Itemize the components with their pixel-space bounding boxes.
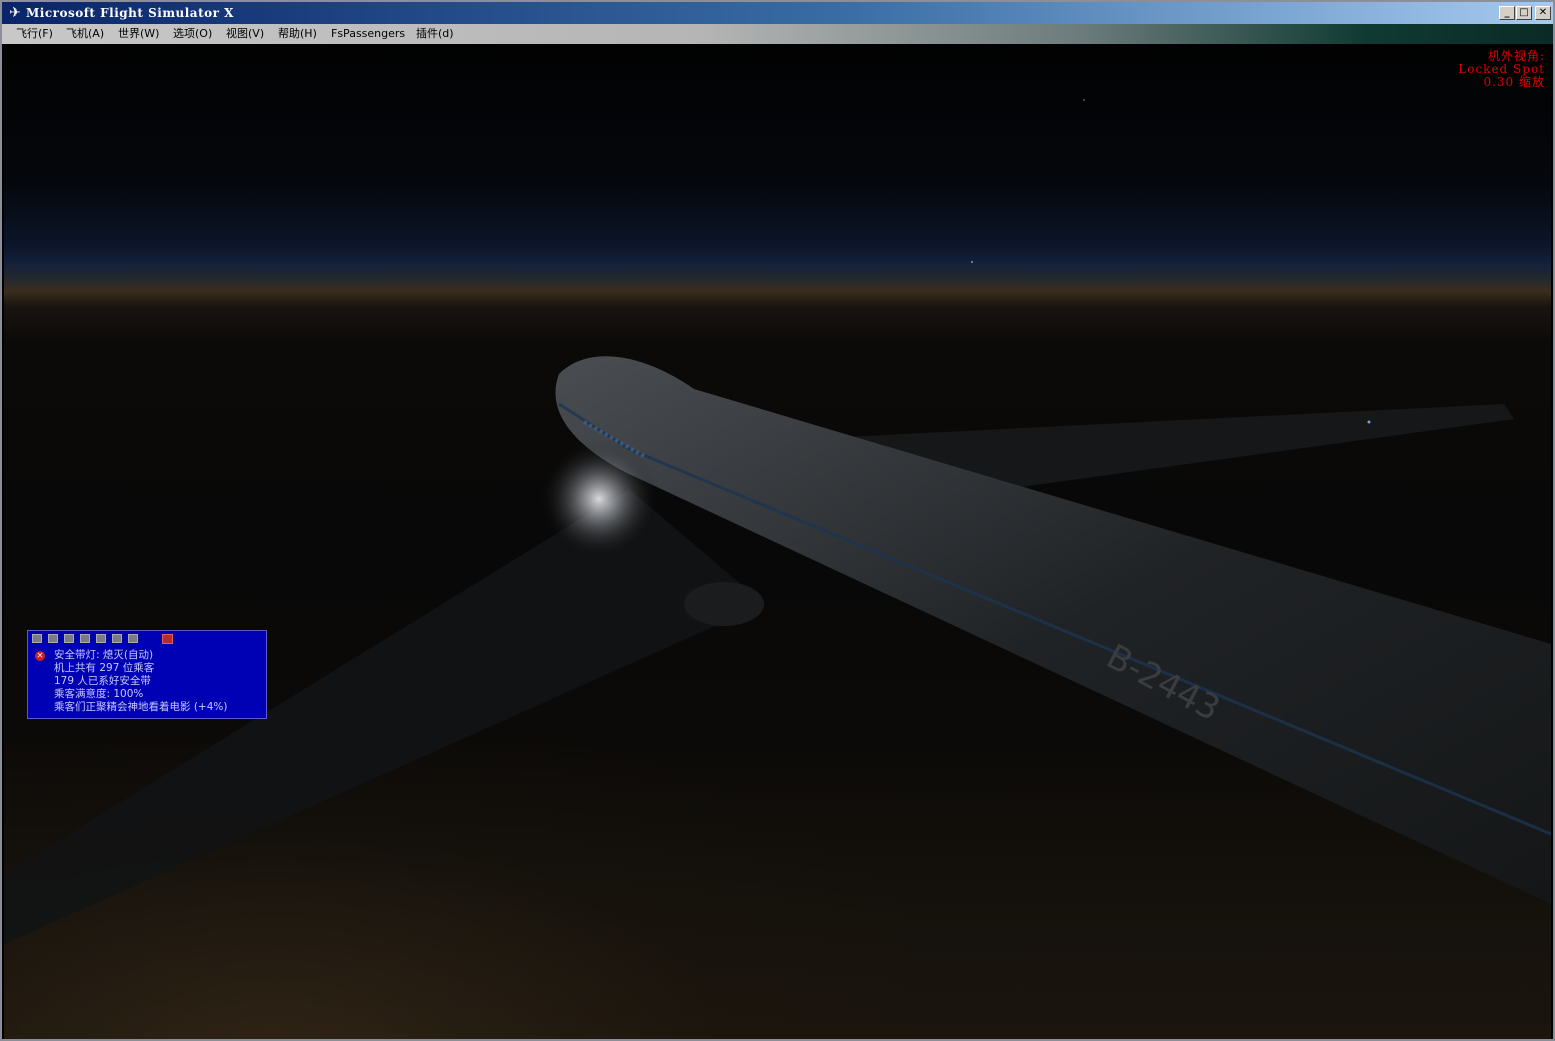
- fsp-tool-icon[interactable]: [32, 634, 42, 643]
- engine: [684, 582, 764, 626]
- simulator-viewport[interactable]: B-2443 机外视角: Locked Spot 0.30 缩放 ✕ 安全带灯:…: [4, 44, 1551, 1039]
- menu-aircraft[interactable]: 飞机(A): [66, 27, 104, 41]
- menu-bar: 飞行(F) 飞机(A) 世界(W) 选项(O) 视图(V) 帮助(H) FsPa…: [2, 24, 1553, 44]
- passenger-activity: 乘客们正聚精会神地看着电影 (+4%): [54, 701, 228, 713]
- seatbelt-fastened-count: 179 人已系好安全带: [54, 675, 151, 687]
- fspassengers-panel[interactable]: ✕ 安全带灯: 熄灭(自动) 机上共有 297 位乘客 179 人已系好安全带 …: [27, 630, 267, 719]
- satisfaction: 乘客满意度: 100%: [54, 688, 144, 700]
- fsp-tool-icon[interactable]: [64, 634, 74, 643]
- window-title: Microsoft Flight Simulator X: [26, 6, 234, 20]
- close-button[interactable]: ✕: [1535, 6, 1551, 20]
- view-info-overlay: 机外视角: Locked Spot 0.30 缩放: [1458, 50, 1545, 89]
- menu-views[interactable]: 视图(V): [226, 27, 264, 41]
- menu-options[interactable]: 选项(O): [173, 27, 212, 41]
- menu-fspassengers[interactable]: FsPassengers: [331, 27, 405, 41]
- minimize-button[interactable]: _: [1499, 6, 1515, 20]
- passenger-count: 机上共有 297 位乘客: [54, 662, 155, 674]
- airplane-icon: ✈: [9, 5, 21, 21]
- seatbelt-status: 安全带灯: 熄灭(自动): [54, 649, 154, 661]
- fsp-tool-icon[interactable]: [80, 634, 90, 643]
- app-window: ✈ Microsoft Flight Simulator X _ □ ✕ 飞行(…: [0, 0, 1555, 1041]
- zoom-level: 0.30 缩放: [1483, 75, 1545, 89]
- fsp-close-icon[interactable]: [162, 634, 173, 644]
- menu-flight[interactable]: 飞行(F): [16, 27, 53, 41]
- title-bar[interactable]: ✈ Microsoft Flight Simulator X _ □ ✕: [2, 2, 1553, 24]
- fsp-tool-icon[interactable]: [128, 634, 138, 643]
- menu-world[interactable]: 世界(W): [118, 27, 159, 41]
- seatbelt-status-icon: ✕: [35, 651, 45, 661]
- fsp-tool-icon[interactable]: [112, 634, 122, 643]
- landing-light: [539, 439, 659, 559]
- menu-help[interactable]: 帮助(H): [278, 27, 317, 41]
- fsp-tool-icon[interactable]: [48, 634, 58, 643]
- maximize-button[interactable]: □: [1516, 6, 1532, 20]
- fsp-tool-icon[interactable]: [96, 634, 106, 643]
- menu-addons[interactable]: 插件(d): [416, 27, 454, 41]
- aircraft-image: B-2443: [4, 99, 1551, 944]
